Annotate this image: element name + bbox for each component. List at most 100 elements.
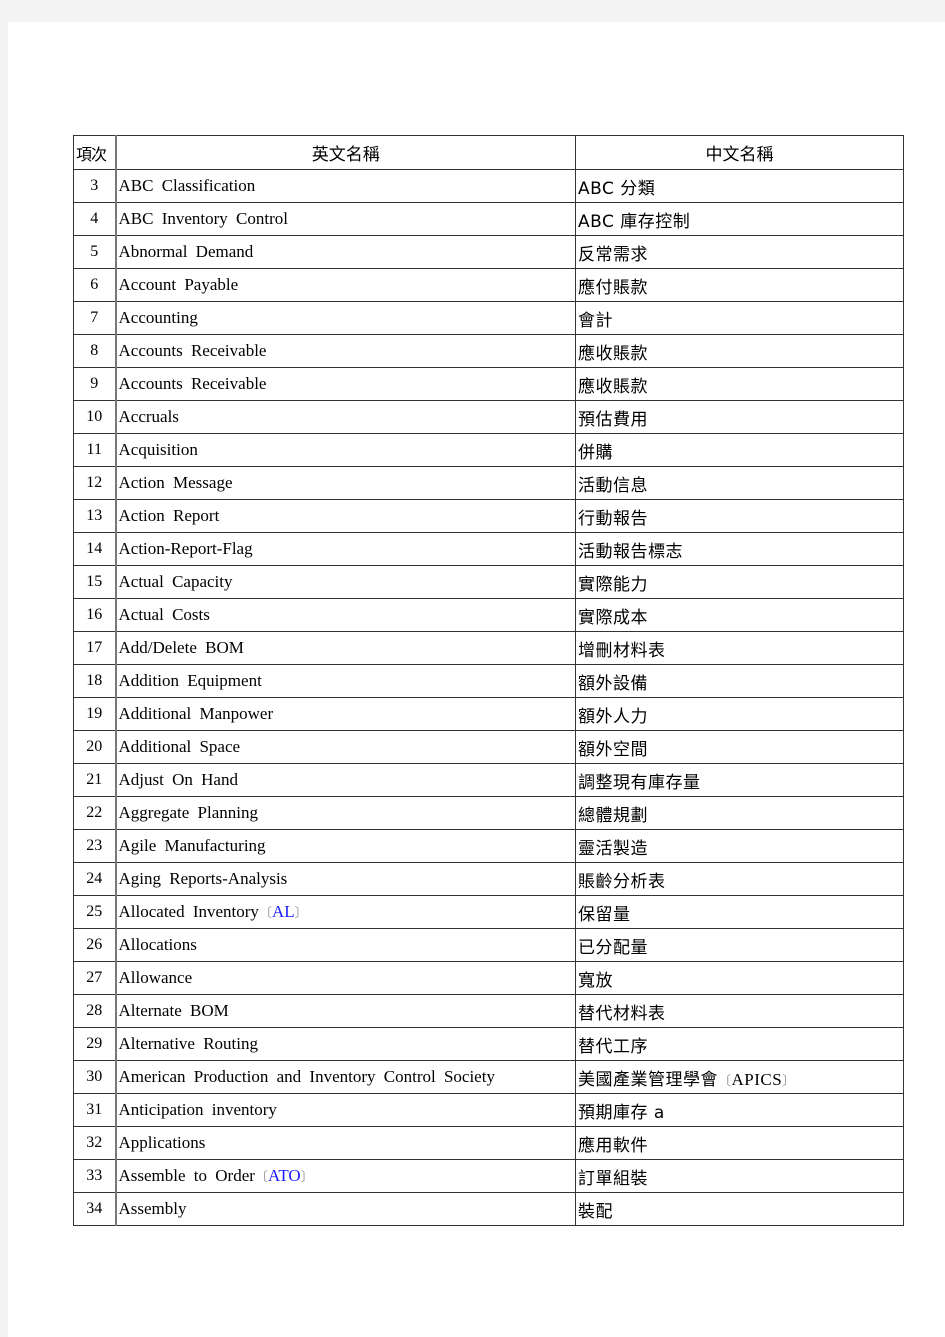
item-number-cell: 16 — [73, 598, 117, 632]
header-chinese-name: 中文名稱 — [575, 135, 904, 170]
english-name-cell: Accruals — [115, 400, 576, 434]
abbreviation: APICS — [731, 1069, 783, 1089]
chinese-name-cell: 已分配量 — [575, 928, 904, 962]
item-number-cell: 21 — [73, 763, 117, 797]
item-number-cell: 8 — [73, 334, 117, 368]
item-number-cell: 23 — [73, 829, 117, 863]
chinese-name-cell: 應收賬款 — [575, 367, 904, 401]
chinese-term: 美國產業管理學會 — [578, 1069, 718, 1090]
english-name-cell: Assemble to Order〔ATO〕 — [115, 1159, 576, 1193]
english-name-cell: Accounting — [115, 301, 576, 335]
table-row: 9 Accounts Receivable 應收賬款 — [73, 367, 904, 401]
english-name-cell: Accounts Receivable — [115, 367, 576, 401]
chinese-name-cell: 會計 — [575, 301, 904, 335]
chinese-name-cell: 調整現有庫存量 — [575, 763, 904, 797]
table-row: 27 Allowance 寬放 — [73, 961, 904, 995]
chinese-name-cell: 替代工序 — [575, 1027, 904, 1061]
open-bracket: 〔 — [258, 906, 272, 921]
close-bracket: 〕 — [294, 906, 308, 921]
item-number-cell: 15 — [73, 565, 117, 599]
english-name-cell: Actual Capacity — [115, 565, 576, 599]
table-row: 11 Acquisition 併購 — [73, 433, 904, 467]
open-bracket: 〔 — [254, 1170, 268, 1185]
english-name-cell: Account Payable — [115, 268, 576, 302]
table-row: 5 Abnormal Demand 反常需求 — [73, 235, 904, 269]
item-number-cell: 4 — [73, 202, 117, 236]
table-row: 20 Additional Space 額外空間 — [73, 730, 904, 764]
english-name-cell: Acquisition — [115, 433, 576, 467]
chinese-name-cell: 訂單組裝 — [575, 1159, 904, 1193]
table-row: 15 Actual Capacity 實際能力 — [73, 565, 904, 599]
chinese-name-cell: 行動報告 — [575, 499, 904, 533]
item-number-cell: 25 — [73, 895, 117, 929]
item-number-cell: 30 — [73, 1060, 117, 1094]
item-number-cell: 31 — [73, 1093, 117, 1127]
table-row: 24 Aging Reports-Analysis 賬齡分析表 — [73, 862, 904, 896]
english-name-cell: Aggregate Planning — [115, 796, 576, 830]
english-term: Assemble to Order — [118, 1166, 255, 1185]
item-number-cell: 11 — [73, 433, 117, 467]
chinese-name-cell: 實際成本 — [575, 598, 904, 632]
item-number-cell: 28 — [73, 994, 117, 1028]
item-number-cell: 12 — [73, 466, 117, 500]
item-number-cell: 34 — [73, 1192, 117, 1226]
item-number-cell: 7 — [73, 301, 117, 335]
chinese-name-cell: 預期庫存 a — [575, 1093, 904, 1127]
english-name-cell: Alternative Routing — [115, 1027, 576, 1061]
english-name-cell: Action-Report-Flag — [115, 532, 576, 566]
table-row: 33 Assemble to Order〔ATO〕 訂單組裝 — [73, 1159, 904, 1193]
chinese-name-cell: ABC 分類 — [575, 169, 904, 203]
english-name-cell: Assembly — [115, 1192, 576, 1226]
open-bracket: 〔 — [718, 1073, 732, 1089]
english-name-cell: Aging Reports-Analysis — [115, 862, 576, 896]
english-name-cell: Anticipation inventory — [115, 1093, 576, 1127]
english-name-cell: Additional Manpower — [115, 697, 576, 731]
chinese-name-cell: 額外設備 — [575, 664, 904, 698]
chinese-name-cell: 裝配 — [575, 1192, 904, 1226]
english-name-cell: Addition Equipment — [115, 664, 576, 698]
table-body: 3 ABC Classification ABC 分類 4 ABC Inventory … — [73, 169, 904, 1226]
item-number-cell: 10 — [73, 400, 117, 434]
chinese-name-cell: 美國產業管理學會〔APICS〕 — [575, 1060, 904, 1094]
chinese-name-cell: 活動報告標志 — [575, 532, 904, 566]
english-name-cell: Alternate BOM — [115, 994, 576, 1028]
table-header-row: 項次 英文名稱 中文名稱 — [73, 135, 904, 170]
close-bracket: 〕 — [782, 1073, 796, 1089]
table-row: 23 Agile Manufacturing 靈活製造 — [73, 829, 904, 863]
item-number-cell: 3 — [73, 169, 117, 203]
chinese-name-cell: 預估費用 — [575, 400, 904, 434]
item-number-cell: 32 — [73, 1126, 117, 1160]
table-row: 13 Action Report 行動報告 — [73, 499, 904, 533]
chinese-name-cell: 寬放 — [575, 961, 904, 995]
item-number-cell: 22 — [73, 796, 117, 830]
item-number-cell: 18 — [73, 664, 117, 698]
english-name-cell: Allowance — [115, 961, 576, 995]
item-number-cell: 5 — [73, 235, 117, 269]
english-name-cell: Allocated Inventory〔AL〕 — [115, 895, 576, 929]
table-row: 19 Additional Manpower 額外人力 — [73, 697, 904, 731]
item-number-cell: 20 — [73, 730, 117, 764]
table-row: 3 ABC Classification ABC 分類 — [73, 169, 904, 203]
table-row: 18 Addition Equipment 額外設備 — [73, 664, 904, 698]
chinese-name-cell: 賬齡分析表 — [575, 862, 904, 896]
item-number-cell: 26 — [73, 928, 117, 962]
item-number-cell: 27 — [73, 961, 117, 995]
header-item-number: 項次 — [73, 135, 117, 170]
chinese-name-cell: 活動信息 — [575, 466, 904, 500]
glossary-table: 項次 英文名稱 中文名稱 3 ABC Classification ABC 分類 4 A… — [73, 135, 904, 1226]
item-number-cell: 13 — [73, 499, 117, 533]
table-row: 34 Assembly 裝配 — [73, 1192, 904, 1226]
chinese-name-cell: 靈活製造 — [575, 829, 904, 863]
chinese-name-cell: 反常需求 — [575, 235, 904, 269]
english-term: Allocated Inventory — [118, 902, 259, 921]
english-name-cell: Adjust On Hand — [115, 763, 576, 797]
item-number-cell: 14 — [73, 532, 117, 566]
english-name-cell: Accounts Receivable — [115, 334, 576, 368]
table-row: 16 Actual Costs 實際成本 — [73, 598, 904, 632]
english-name-cell: Action Report — [115, 499, 576, 533]
table-row: 12 Action Message 活動信息 — [73, 466, 904, 500]
table-row: 14 Action-Report-Flag 活動報告標志 — [73, 532, 904, 566]
item-number-cell: 17 — [73, 631, 117, 665]
english-name-cell: Abnormal Demand — [115, 235, 576, 269]
header-english-name: 英文名稱 — [115, 135, 576, 170]
